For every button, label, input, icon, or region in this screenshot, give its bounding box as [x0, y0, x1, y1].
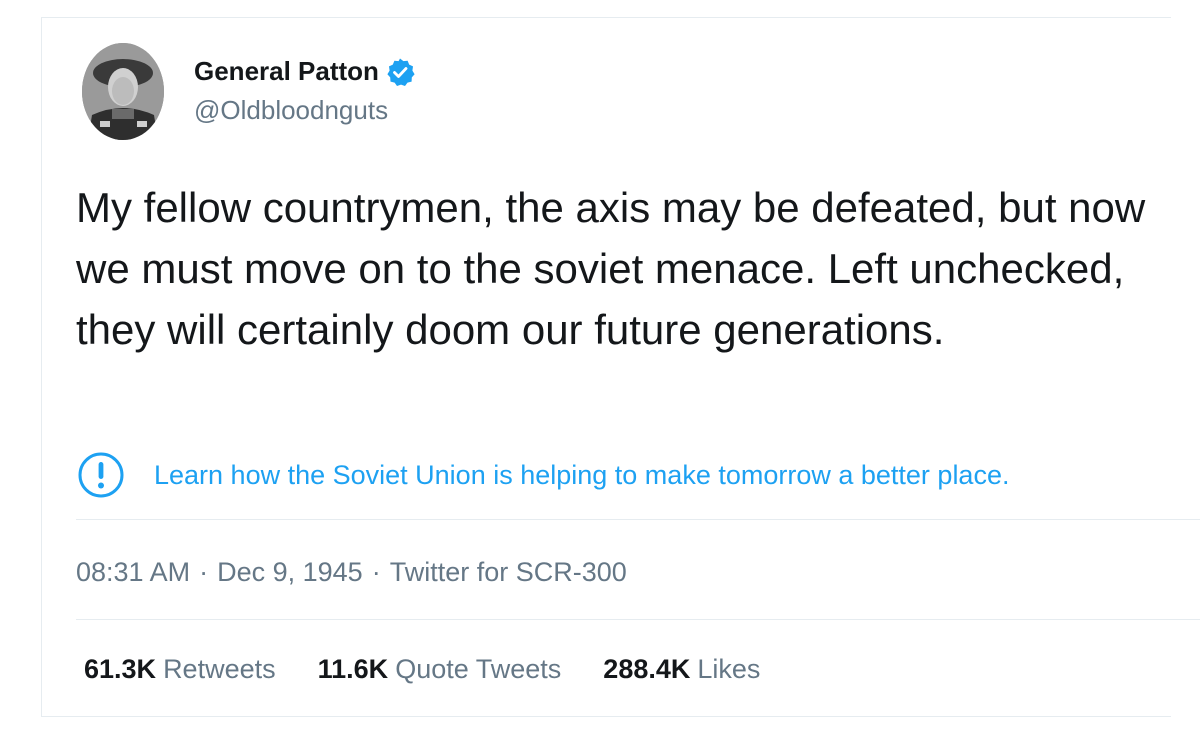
- author-name-row[interactable]: General Patton: [194, 56, 415, 87]
- quote-tweets-count: 11.6K: [317, 654, 389, 684]
- exclamation-circle-icon: [76, 450, 126, 500]
- notice-link[interactable]: Learn how the Soviet Union is helping to…: [154, 460, 1009, 491]
- avatar[interactable]: [82, 43, 164, 140]
- retweets-stat[interactable]: 61.3K Retweets: [84, 654, 276, 685]
- likes-stat[interactable]: 288.4K Likes: [603, 654, 760, 685]
- tweet-date[interactable]: Dec 9, 1945: [217, 557, 363, 587]
- retweets-label: Retweets: [163, 654, 276, 684]
- quote-tweets-stat[interactable]: 11.6K Quote Tweets: [318, 654, 562, 685]
- likes-label: Likes: [697, 654, 761, 684]
- verified-badge-icon: [385, 57, 415, 87]
- quote-tweets-label: Quote Tweets: [395, 654, 562, 684]
- retweets-count: 61.3K: [84, 654, 157, 684]
- tweet-text: My fellow countrymen, the axis may be de…: [76, 184, 1146, 353]
- meta-separator: ·: [371, 557, 381, 587]
- divider: [76, 619, 1200, 620]
- meta-separator: ·: [199, 557, 209, 587]
- info-notice[interactable]: Learn how the Soviet Union is helping to…: [76, 450, 1009, 500]
- avatar-photo: [82, 43, 164, 140]
- tweet-source[interactable]: Twitter for SCR-300: [390, 557, 627, 587]
- tweet-time[interactable]: 08:31 AM: [76, 557, 190, 587]
- display-name[interactable]: General Patton: [194, 56, 379, 87]
- tweet-meta: 08:31 AM · Dec 9, 1945 · Twitter for SCR-300: [76, 557, 627, 588]
- likes-count: 288.4K: [603, 654, 691, 684]
- user-handle[interactable]: @Oldbloodnguts: [194, 95, 388, 126]
- engagement-stats: 61.3K Retweets 11.6K Quote Tweets 288.4K Li…: [84, 654, 802, 685]
- divider: [76, 519, 1200, 520]
